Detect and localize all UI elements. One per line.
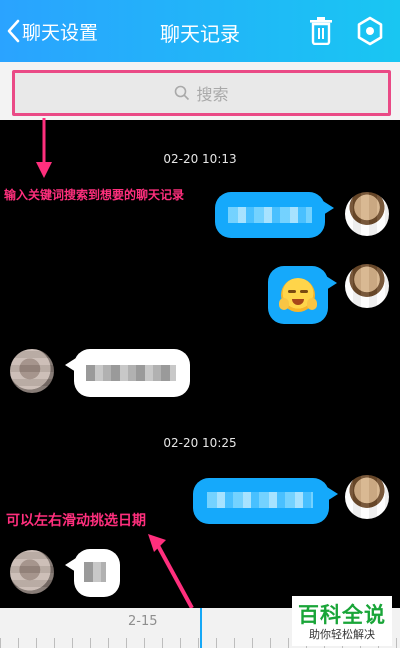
date-hint-annotation: 可以左右滑动挑选日期 — [6, 513, 146, 529]
bubble-tail — [65, 558, 76, 572]
search-hint-annotation: 输入关键词搜索到想要的聊天记录 — [4, 188, 185, 202]
timestamp: 02-20 10:25 — [163, 436, 237, 450]
arrow-icon — [148, 534, 194, 609]
bubble-tail — [326, 276, 337, 290]
page-title: 聊天记录 — [160, 22, 240, 46]
timeline-cursor[interactable] — [200, 608, 202, 648]
blurred-message-text — [207, 492, 313, 508]
bubble-tail — [65, 358, 76, 372]
trash-icon — [310, 17, 332, 45]
blurred-message-text — [84, 562, 106, 582]
bubble-tail — [327, 487, 338, 501]
watermark-title: 百科全说 — [298, 603, 386, 627]
avatar[interactable] — [345, 475, 389, 519]
delete-button[interactable] — [304, 14, 338, 48]
settings-hex-icon — [357, 16, 383, 46]
laugh-cry-emoji — [279, 278, 317, 312]
search-input[interactable]: 搜索 — [12, 70, 391, 116]
top-bar: 聊天设置 聊天记录 — [0, 0, 400, 62]
timestamp: 02-20 10:13 — [163, 152, 237, 166]
settings-button[interactable] — [353, 14, 387, 48]
avatar[interactable] — [10, 349, 54, 393]
avatar[interactable] — [10, 550, 54, 594]
timeline-date-label: 2-15 — [128, 614, 158, 629]
watermark-logo: 百科全说 助你轻松解决 — [292, 596, 392, 646]
blurred-message-text — [228, 207, 312, 223]
avatar[interactable] — [345, 264, 389, 308]
watermark-subtitle: 助你轻松解决 — [309, 628, 375, 641]
arrow-icon — [36, 118, 52, 178]
search-area: 搜索 — [0, 62, 400, 120]
bubble-tail — [323, 201, 334, 215]
search-placeholder: 搜索 — [196, 85, 229, 104]
avatar[interactable] — [345, 192, 389, 236]
search-icon — [175, 85, 190, 101]
blurred-message-text — [86, 365, 176, 381]
